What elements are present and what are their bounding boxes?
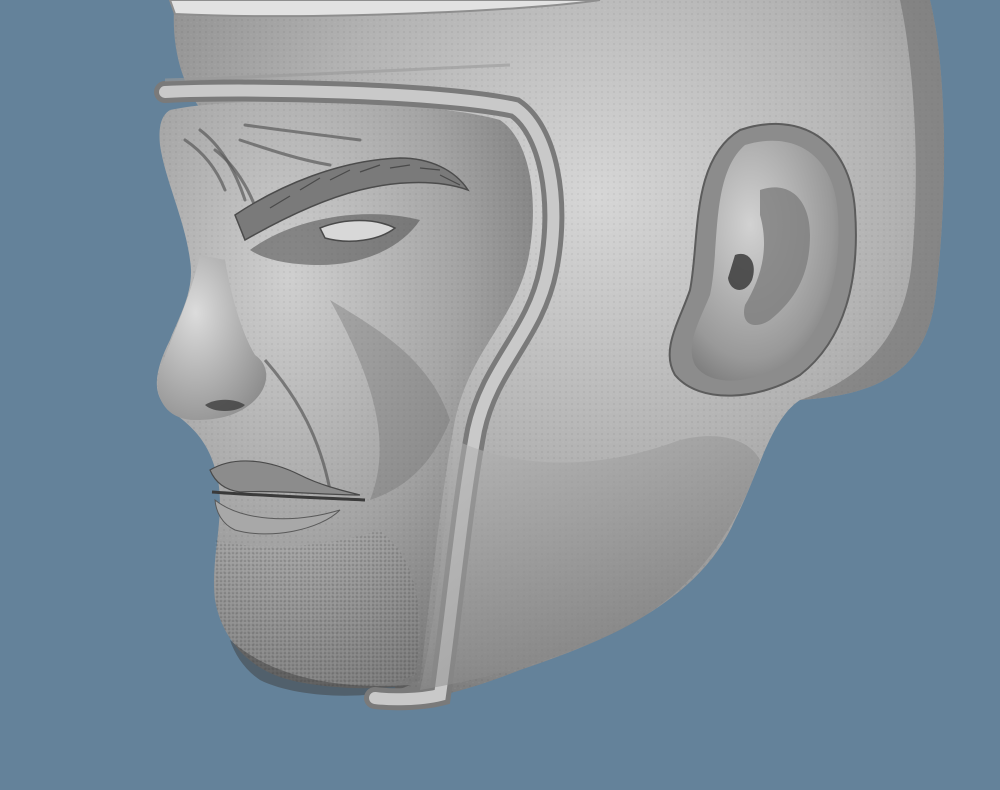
sculpt-scene xyxy=(0,0,1000,790)
render-viewport xyxy=(0,0,1000,790)
